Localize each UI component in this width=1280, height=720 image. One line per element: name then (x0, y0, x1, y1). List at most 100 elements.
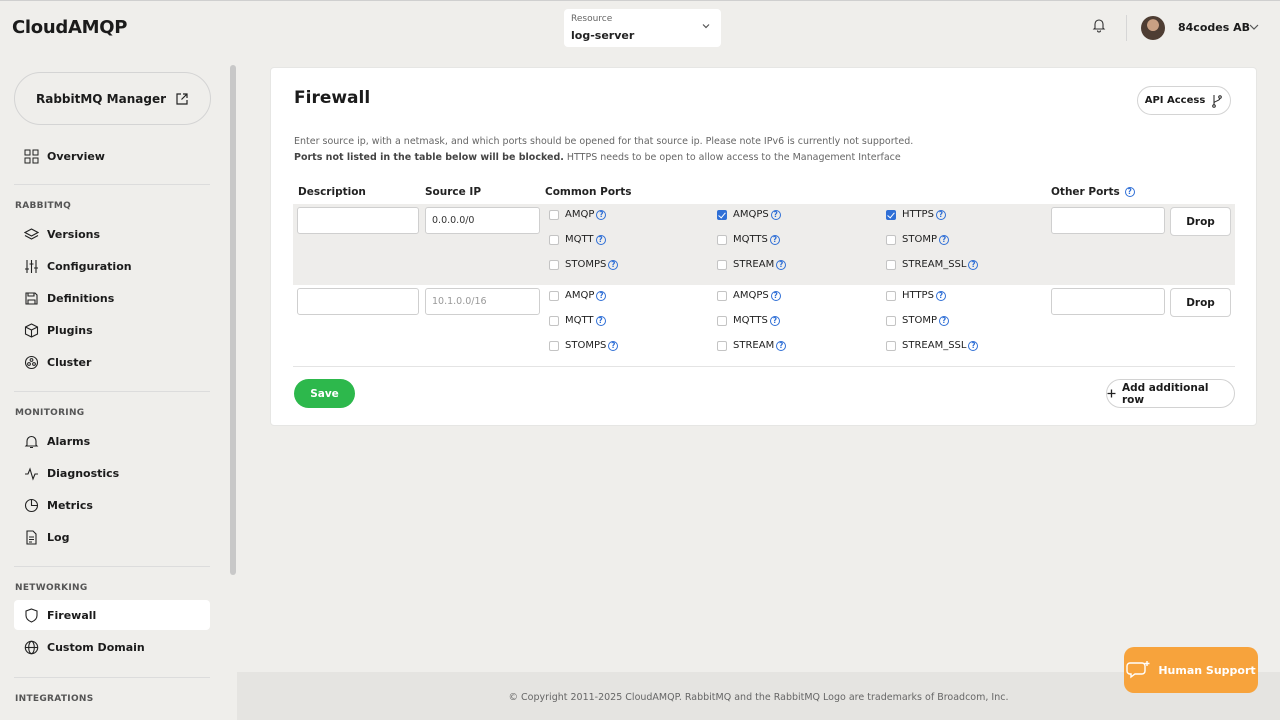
help-icon[interactable]: ? (939, 234, 949, 245)
description-input[interactable] (297, 288, 419, 315)
help-icon[interactable]: ? (968, 340, 979, 351)
api-access-label: API Access (1144, 95, 1206, 106)
port-https-checkbox[interactable]: HTTPS? (886, 290, 946, 301)
help-icon[interactable]: ? (776, 340, 787, 351)
port-amqps-checkbox[interactable]: AMQPS? (717, 209, 781, 220)
port-mqtt-checkbox[interactable]: MQTT? (549, 315, 606, 326)
checkbox[interactable] (717, 315, 727, 326)
port-stomp-checkbox[interactable]: STOMP? (886, 234, 949, 245)
sidebar-scrollbar[interactable] (230, 65, 236, 575)
checkbox[interactable] (549, 234, 559, 245)
sidebar-item-label: Overview (47, 149, 105, 163)
bell-icon[interactable] (1092, 17, 1106, 33)
table-divider (293, 366, 1235, 367)
help-icon[interactable]: ? (608, 340, 619, 351)
resource-selector[interactable]: Resource log-server (564, 9, 721, 47)
checkbox[interactable] (717, 340, 727, 351)
sidebar-item-custom-domain[interactable]: Custom Domain (14, 632, 210, 662)
save-button[interactable]: Save (294, 379, 355, 408)
sidebar-item-firewall[interactable]: Firewall (14, 600, 210, 630)
help-icon[interactable]: ? (769, 315, 780, 326)
help-icon[interactable]: ? (608, 259, 619, 270)
sidebar-item-overview[interactable]: Overview (14, 141, 210, 171)
port-amqp-checkbox[interactable]: AMQP? (549, 290, 607, 301)
checkbox[interactable] (549, 290, 559, 301)
checkbox[interactable] (549, 340, 559, 351)
checkbox[interactable] (886, 234, 896, 245)
brand-logo[interactable]: CloudAMQP (12, 17, 127, 38)
checkbox[interactable] (549, 209, 559, 220)
checkbox[interactable] (886, 290, 896, 301)
help-icon[interactable]: ? (776, 259, 787, 270)
sidebar-item-versions[interactable]: Versions (14, 219, 210, 249)
port-mqtt-checkbox[interactable]: MQTT? (549, 234, 606, 245)
description-input[interactable] (297, 207, 419, 234)
help-icon[interactable]: ? (770, 290, 781, 301)
port-label: STOMPS (565, 340, 607, 351)
port-mqtts-checkbox[interactable]: MQTTS? (717, 315, 780, 326)
chat-icon (1126, 661, 1150, 679)
column-header-source-ip: Source IP (425, 186, 482, 198)
port-amqp-checkbox[interactable]: AMQP? (549, 209, 607, 220)
source-ip-input[interactable]: 0.0.0.0/0 (425, 207, 540, 234)
sidebar-item-alarms[interactable]: Alarms (14, 426, 210, 456)
add-row-button[interactable]: Add additional row (1106, 379, 1235, 408)
port-amqps-checkbox[interactable]: AMQPS? (717, 290, 781, 301)
drop-button[interactable]: Drop (1170, 207, 1231, 236)
help-icon[interactable]: ? (968, 259, 979, 270)
port-stream-ssl-checkbox[interactable]: STREAM_SSL? (886, 259, 979, 270)
port-https-checkbox[interactable]: HTTPS? (886, 209, 946, 220)
drop-button[interactable]: Drop (1170, 288, 1231, 317)
sidebar-item-metrics[interactable]: Metrics (14, 490, 210, 520)
help-icon[interactable]: ? (595, 315, 606, 326)
checkbox[interactable] (886, 259, 896, 270)
checkbox[interactable] (717, 290, 727, 301)
port-label: STREAM (733, 340, 775, 351)
other-ports-input[interactable] (1051, 288, 1165, 315)
sidebar-item-configuration[interactable]: Configuration (14, 251, 210, 281)
checkbox[interactable] (717, 259, 727, 270)
help-icon[interactable]: ? (939, 315, 949, 326)
source-ip-input[interactable]: 10.1.0.0/16 (425, 288, 540, 315)
sidebar-item-log[interactable]: Log (14, 522, 210, 552)
rabbitmq-manager-button[interactable]: RabbitMQ Manager (14, 72, 211, 125)
sidebar-item-diagnostics[interactable]: Diagnostics (14, 458, 210, 488)
port-mqtts-checkbox[interactable]: MQTTS? (717, 234, 780, 245)
topbar-divider (1126, 15, 1127, 41)
column-header-common-ports: Common Ports (545, 186, 632, 198)
help-icon[interactable]: ? (595, 234, 606, 245)
shield-icon (25, 607, 38, 623)
human-support-button[interactable]: Human Support (1124, 647, 1258, 693)
help-icon[interactable]: ? (770, 209, 781, 220)
port-stream-checkbox[interactable]: STREAM? (717, 259, 787, 270)
sidebar-divider (14, 566, 210, 567)
checkbox-checked[interactable] (886, 209, 896, 220)
help-icon[interactable]: ? (935, 290, 946, 301)
checkbox[interactable] (886, 340, 896, 351)
port-label: MQTTS (733, 315, 768, 326)
checkbox-checked[interactable] (717, 209, 727, 220)
port-stomps-checkbox[interactable]: STOMPS? (549, 259, 619, 270)
help-icon[interactable]: ? (1124, 187, 1135, 197)
api-access-button[interactable]: API Access (1137, 86, 1231, 115)
org-name[interactable]: 84codes AB (1178, 21, 1250, 34)
sidebar-item-definitions[interactable]: Definitions (14, 283, 210, 313)
help-icon[interactable]: ? (935, 209, 946, 220)
sidebar-item-plugins[interactable]: Plugins (14, 315, 210, 345)
checkbox[interactable] (886, 315, 896, 326)
checkbox[interactable] (549, 259, 559, 270)
port-stomp-checkbox[interactable]: STOMP? (886, 315, 949, 326)
port-stomps-checkbox[interactable]: STOMPS? (549, 340, 619, 351)
help-icon[interactable]: ? (769, 234, 780, 245)
help-icon[interactable]: ? (596, 290, 607, 301)
sidebar-item-cluster[interactable]: Cluster (14, 347, 210, 377)
port-stream-ssl-checkbox[interactable]: STREAM_SSL? (886, 340, 979, 351)
help-icon[interactable]: ? (596, 209, 607, 220)
port-stream-checkbox[interactable]: STREAM? (717, 340, 787, 351)
checkbox[interactable] (549, 315, 559, 326)
chevron-down-icon[interactable] (1248, 21, 1260, 33)
checkbox[interactable] (717, 234, 727, 245)
avatar[interactable] (1141, 16, 1165, 40)
other-ports-input[interactable] (1051, 207, 1165, 234)
port-label: HTTPS (902, 290, 934, 301)
